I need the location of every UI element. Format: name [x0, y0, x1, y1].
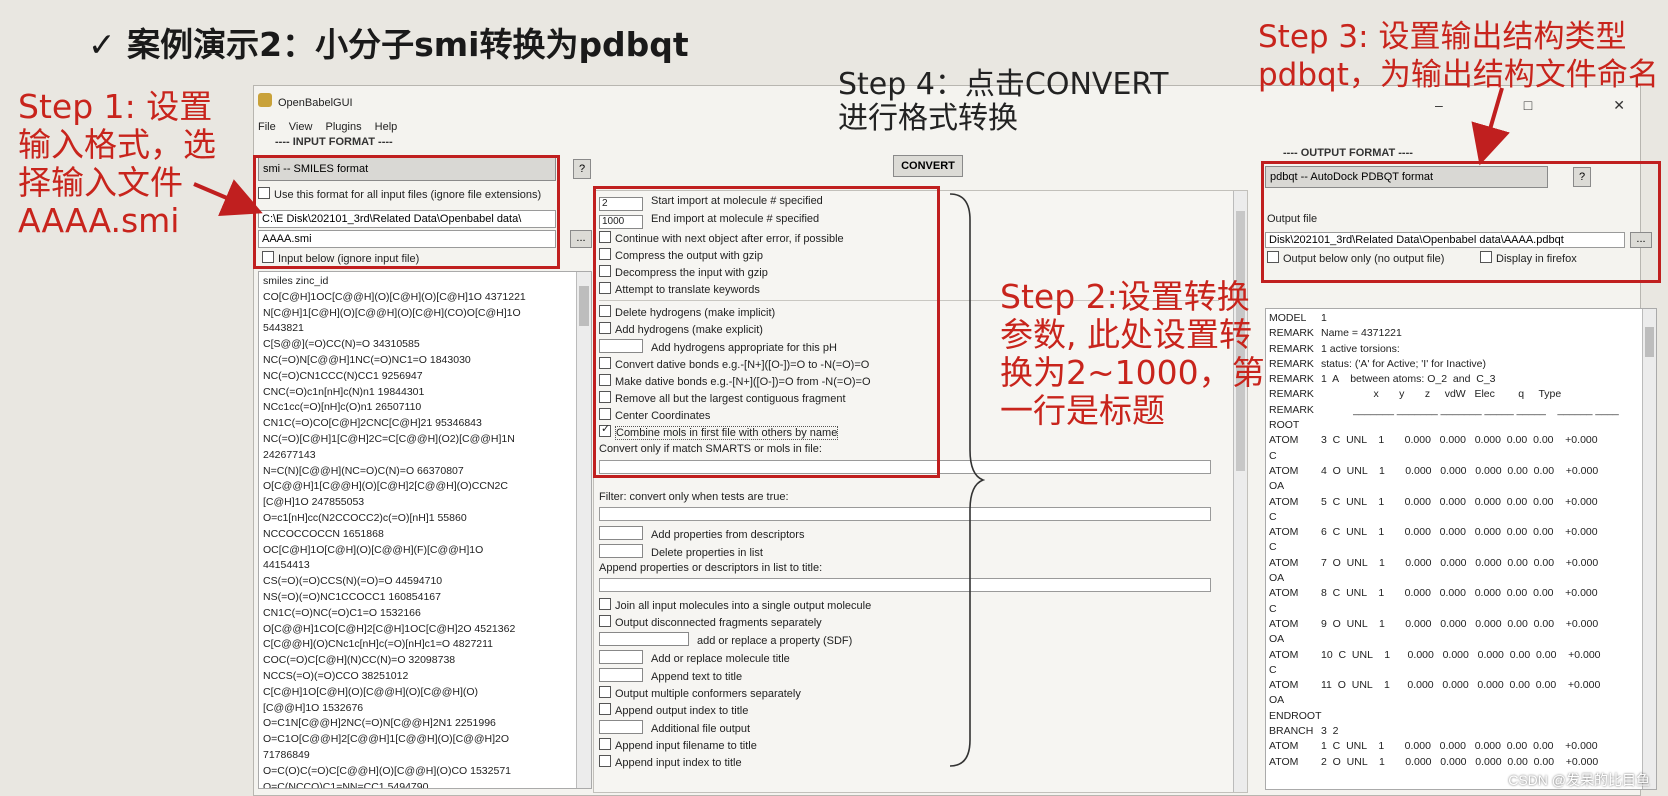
step1-arrow-icon [193, 179, 263, 216]
watermark: CSDN @发呆的比目鱼 [1508, 772, 1650, 788]
step3-arrow-icon [1471, 87, 1510, 166]
annotation-arrows [193, 87, 1510, 216]
